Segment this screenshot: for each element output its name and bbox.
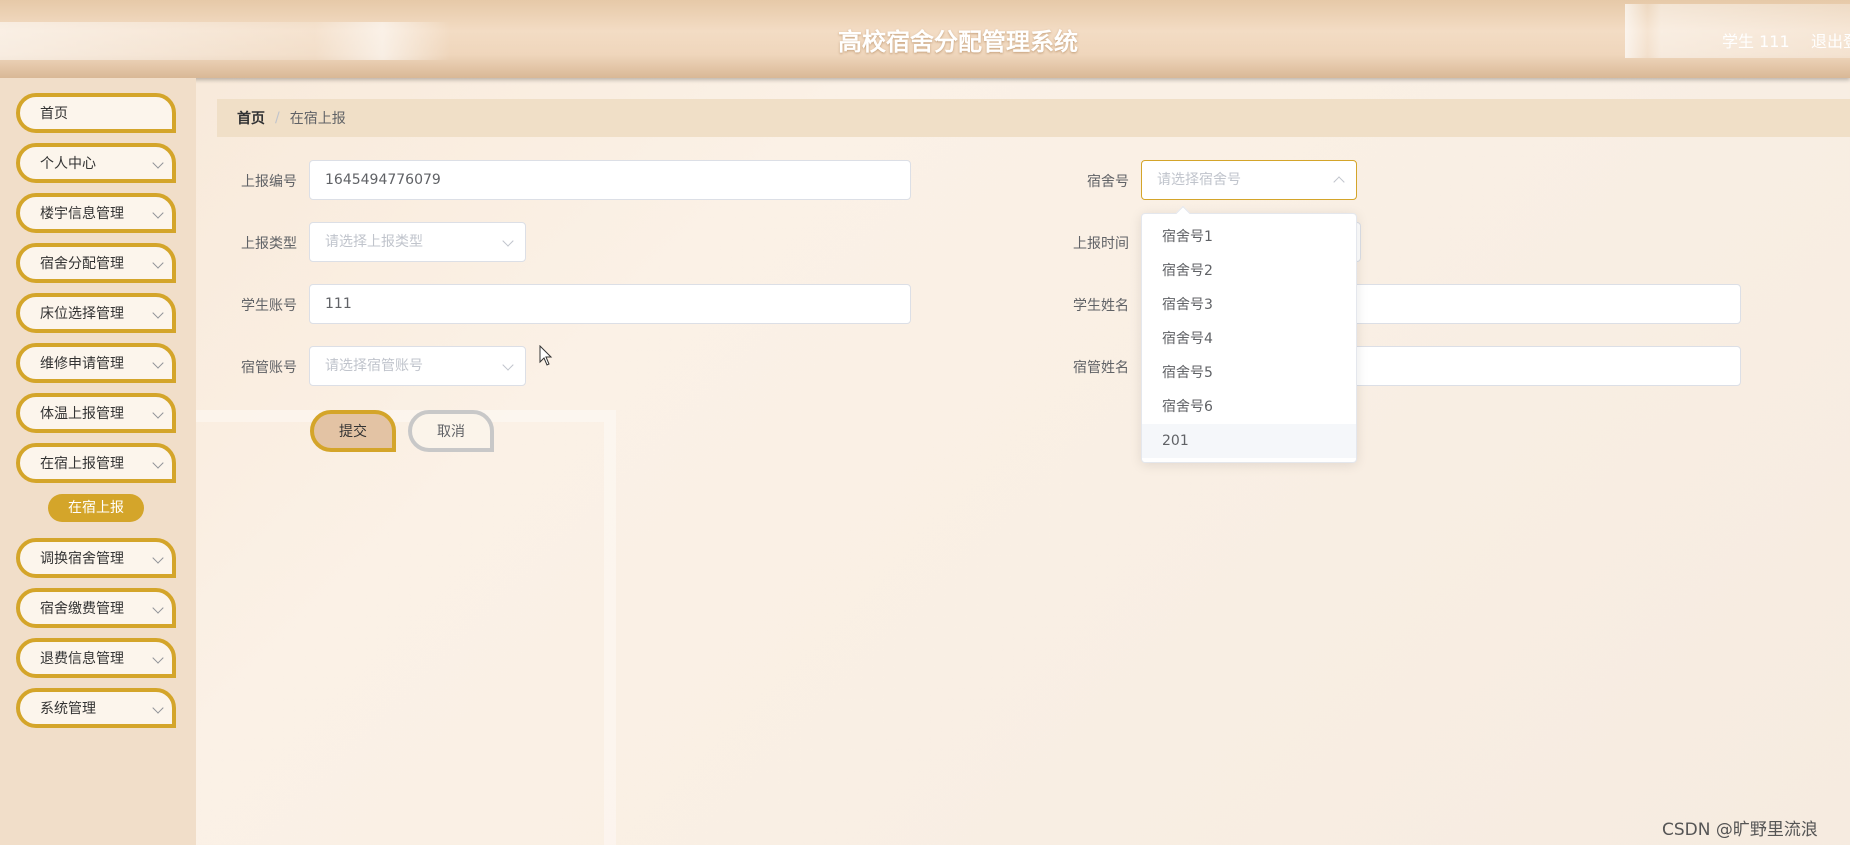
sidebar-item-temperature-report[interactable]: 体温上报管理 <box>16 393 176 433</box>
dorm-no-label: 宿舍号 <box>1087 174 1129 190</box>
sidebar-item-residence-report[interactable]: 在宿上报管理 <box>16 443 176 483</box>
dropdown-option[interactable]: 宿舍号3 <box>1142 288 1356 322</box>
breadcrumb-current: 在宿上报 <box>289 111 346 127</box>
top-header: 高校宿舍分配管理系统 学生 111 退出登录 <box>0 0 1850 78</box>
sidebar-item-label: 系统管理 <box>40 701 96 717</box>
manager-name-label: 宿管姓名 <box>1073 360 1129 376</box>
cancel-button[interactable]: 取消 <box>408 410 494 452</box>
chevron-down-icon <box>152 457 164 469</box>
sidebar-item-label: 楼宇信息管理 <box>40 206 124 222</box>
sidebar-item-home[interactable]: 首页 <box>16 93 176 133</box>
student-account-input[interactable]: 111 <box>309 284 911 324</box>
chevron-down-icon <box>152 602 164 614</box>
sidebar-item-system[interactable]: 系统管理 <box>16 688 176 728</box>
manager-account-select[interactable]: 请选择宿管账号 <box>309 346 526 386</box>
breadcrumb-home[interactable]: 首页 <box>237 108 265 128</box>
sidebar-item-building-info[interactable]: 楼宇信息管理 <box>16 193 176 233</box>
dropdown-option[interactable]: 宿舍号6 <box>1142 390 1356 424</box>
background-decoration <box>196 410 616 845</box>
sidebar-item-label: 在宿上报管理 <box>40 456 124 472</box>
sidebar-item-repair-request[interactable]: 维修申请管理 <box>16 343 176 383</box>
sidebar-item-label: 宿舍分配管理 <box>40 256 124 272</box>
manager-account-label: 宿管账号 <box>241 360 297 376</box>
sidebar-item-bed-selection[interactable]: 床位选择管理 <box>16 293 176 333</box>
report-type-label: 上报类型 <box>241 236 297 252</box>
sidebar-item-label: 宿舍缴费管理 <box>40 601 124 617</box>
report-time-label: 上报时间 <box>1073 236 1129 252</box>
sidebar-item-personal-center[interactable]: 个人中心 <box>16 143 176 183</box>
sidebar-item-label: 首页 <box>40 106 68 122</box>
submit-button[interactable]: 提交 <box>310 410 396 452</box>
dropdown-option[interactable]: 宿舍号1 <box>1142 220 1356 254</box>
current-user: 学生 111 <box>1722 32 1790 51</box>
chevron-down-icon <box>152 407 164 419</box>
dropdown-option[interactable]: 宿舍号4 <box>1142 322 1356 356</box>
report-no-input[interactable]: 1645494776079 <box>309 160 911 200</box>
sidebar-item-dorm-fee[interactable]: 宿舍缴费管理 <box>16 588 176 628</box>
sidebar-item-dorm-allocation[interactable]: 宿舍分配管理 <box>16 243 176 283</box>
breadcrumb-separator: / <box>275 110 280 126</box>
report-type-select[interactable]: 请选择上报类型 <box>309 222 526 262</box>
watermark: CSDN @旷野里流浪 <box>1662 820 1818 840</box>
sidebar-item-label: 维修申请管理 <box>40 356 124 372</box>
dorm-no-dropdown: 宿舍号1 宿舍号2 宿舍号3 宿舍号4 宿舍号5 宿舍号6 201 <box>1141 205 1357 463</box>
sidebar-item-label: 床位选择管理 <box>40 306 124 322</box>
sidebar-item-label: 退费信息管理 <box>40 651 124 667</box>
sidebar-subitem-residence-report[interactable]: 在宿上报 <box>48 494 144 522</box>
sidebar-item-label: 体温上报管理 <box>40 406 124 422</box>
report-no-label: 上报编号 <box>241 174 297 190</box>
dorm-no-select[interactable]: 请选择宿舍号 <box>1141 160 1357 200</box>
chevron-down-icon <box>152 257 164 269</box>
chevron-down-icon <box>152 307 164 319</box>
breadcrumb: 首页 / 在宿上报 <box>217 99 1850 137</box>
chevron-down-icon <box>152 652 164 664</box>
student-name-label: 学生姓名 <box>1073 298 1129 314</box>
chevron-down-icon <box>152 552 164 564</box>
sidebar-item-refund-info[interactable]: 退费信息管理 <box>16 638 176 678</box>
sidebar-item-dorm-swap[interactable]: 调换宿舍管理 <box>16 538 176 578</box>
chevron-down-icon <box>152 357 164 369</box>
sidebar-item-label: 个人中心 <box>40 156 96 172</box>
chevron-down-icon <box>152 157 164 169</box>
dropdown-option[interactable]: 宿舍号5 <box>1142 356 1356 390</box>
chevron-down-icon <box>152 702 164 714</box>
dropdown-option[interactable]: 宿舍号2 <box>1142 254 1356 288</box>
student-account-label: 学生账号 <box>241 298 297 314</box>
chevron-down-icon <box>152 207 164 219</box>
dropdown-pointer <box>1175 205 1191 221</box>
app-title: 高校宿舍分配管理系统 <box>838 28 1078 56</box>
mouse-cursor-icon <box>539 345 553 366</box>
logout-button[interactable]: 退出登录 <box>1811 28 1850 52</box>
dropdown-option-hovered[interactable]: 201 <box>1142 424 1356 458</box>
sidebar-item-label: 调换宿舍管理 <box>40 551 124 567</box>
